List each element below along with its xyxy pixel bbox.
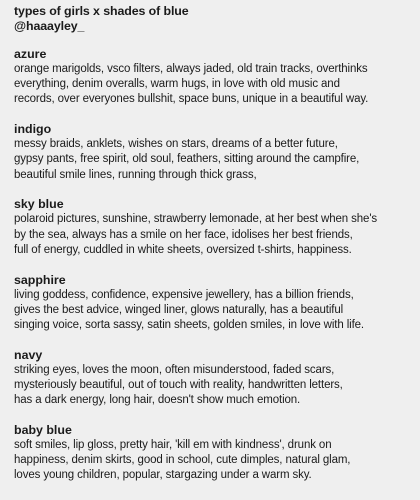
description-line: full of energy, cuddled in white sheets,… — [14, 243, 352, 256]
shade-section-navy: navy striking eyes, loves the moon, ofte… — [14, 348, 410, 409]
description-line: gives the best advice, winged liner, glo… — [14, 303, 344, 316]
shade-name: navy — [14, 347, 43, 362]
description-line: everything, denim overalls, warm hugs, i… — [14, 78, 340, 91]
shade-list: azure orange marigolds, vsco filters, al… — [14, 47, 410, 484]
description-line: orange marigolds, vsco filters, always j… — [14, 63, 368, 75]
description-line: striking eyes, loves the moon, often mis… — [14, 363, 335, 376]
description-line: beautiful smile lines, running through t… — [14, 168, 257, 181]
shade-description: messy braids, anklets, wishes on stars, … — [14, 137, 410, 183]
shade-section-sky-blue: sky blue polaroid pictures, sunshine, st… — [14, 197, 410, 258]
description-line: messy braids, anklets, wishes on stars, … — [14, 138, 338, 151]
post-title: types of girls x shades of blue — [14, 4, 189, 18]
description-line: singing voice, sorta sassy, satin sheets… — [14, 319, 365, 332]
description-line: living goddess, confidence, expensive je… — [14, 288, 354, 301]
description-line: happiness, denim skirts, good in school,… — [14, 454, 351, 467]
shade-section-azure: azure orange marigolds, vsco filters, al… — [14, 47, 410, 108]
shade-description: soft smiles, lip gloss, pretty hair, 'ki… — [14, 438, 410, 484]
shade-name: azure — [14, 47, 47, 61]
description-line: mysteriously beautiful, out of touch wit… — [14, 379, 343, 392]
shade-description: polaroid pictures, sunshine, strawberry … — [14, 212, 410, 258]
author-handle: @haaayley_ — [14, 19, 85, 33]
shade-section-sapphire: sapphire living goddess, confidence, exp… — [14, 273, 410, 334]
note-page: types of girls x shades of blue @haaayle… — [0, 0, 420, 500]
shade-section-indigo: indigo messy braids, anklets, wishes on … — [14, 122, 410, 183]
description-line: loves young children, popular, stargazin… — [14, 469, 312, 482]
shade-name: baby blue — [14, 423, 72, 438]
shade-description: living goddess, confidence, expensive je… — [14, 288, 410, 334]
shade-section-baby-blue: baby blue soft smiles, lip gloss, pretty… — [14, 423, 410, 484]
description-line: soft smiles, lip gloss, pretty hair, 'ki… — [14, 439, 332, 452]
shade-name: indigo — [14, 122, 52, 137]
description-line: has a dark energy, long hair, doesn't sh… — [14, 394, 301, 407]
shade-name: sky blue — [14, 197, 64, 212]
shade-description: striking eyes, loves the moon, often mis… — [14, 363, 410, 409]
description-line: records, over everyones bullshit, space … — [14, 93, 369, 106]
post-header: types of girls x shades of blue @haaayle… — [14, 4, 410, 34]
description-line: polaroid pictures, sunshine, strawberry … — [14, 213, 378, 226]
description-line: by the sea, always has a smile on her fa… — [14, 228, 353, 241]
shade-description: orange marigolds, vsco filters, always j… — [14, 62, 410, 108]
description-line: gypsy pants, free spirit, old soul, feat… — [14, 153, 360, 166]
shade-name: sapphire — [14, 272, 66, 287]
